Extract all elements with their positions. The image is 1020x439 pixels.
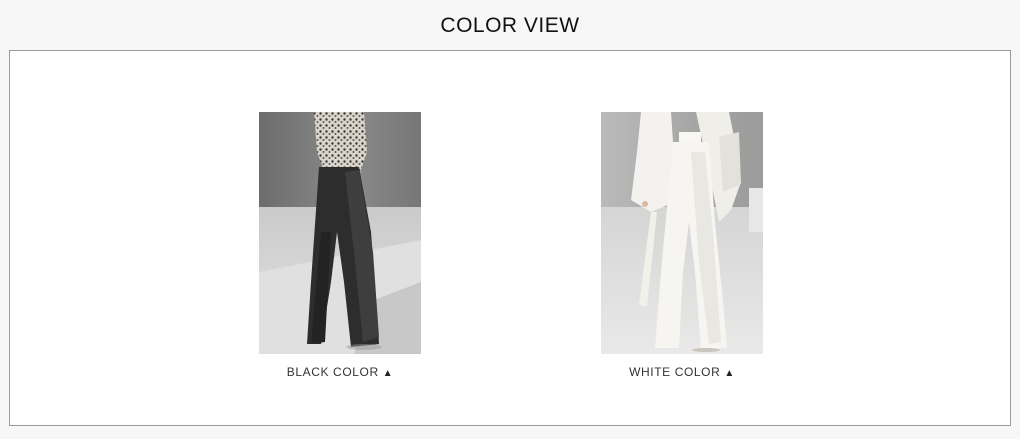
color-label-white[interactable]: WHITE COLOR ▲	[601, 365, 763, 381]
color-option-black[interactable]: BLACK COLOR ▲	[259, 112, 421, 381]
black-wide-pants-photo	[259, 112, 421, 354]
triangle-up-icon: ▲	[382, 368, 394, 379]
section-title: COLOR VIEW	[440, 14, 580, 37]
triangle-up-icon: ▲	[724, 368, 735, 379]
color-view-panel: BLACK COLOR ▲ WHITE COLOR ▲	[9, 50, 1011, 426]
color-label-text: BLACK COLOR	[286, 365, 379, 379]
color-label-black[interactable]: BLACK COLOR ▲	[259, 365, 421, 381]
white-wide-pants-photo	[601, 112, 763, 354]
color-label-text: WHITE COLOR	[629, 365, 721, 379]
color-option-white[interactable]: WHITE COLOR ▲	[601, 112, 763, 381]
